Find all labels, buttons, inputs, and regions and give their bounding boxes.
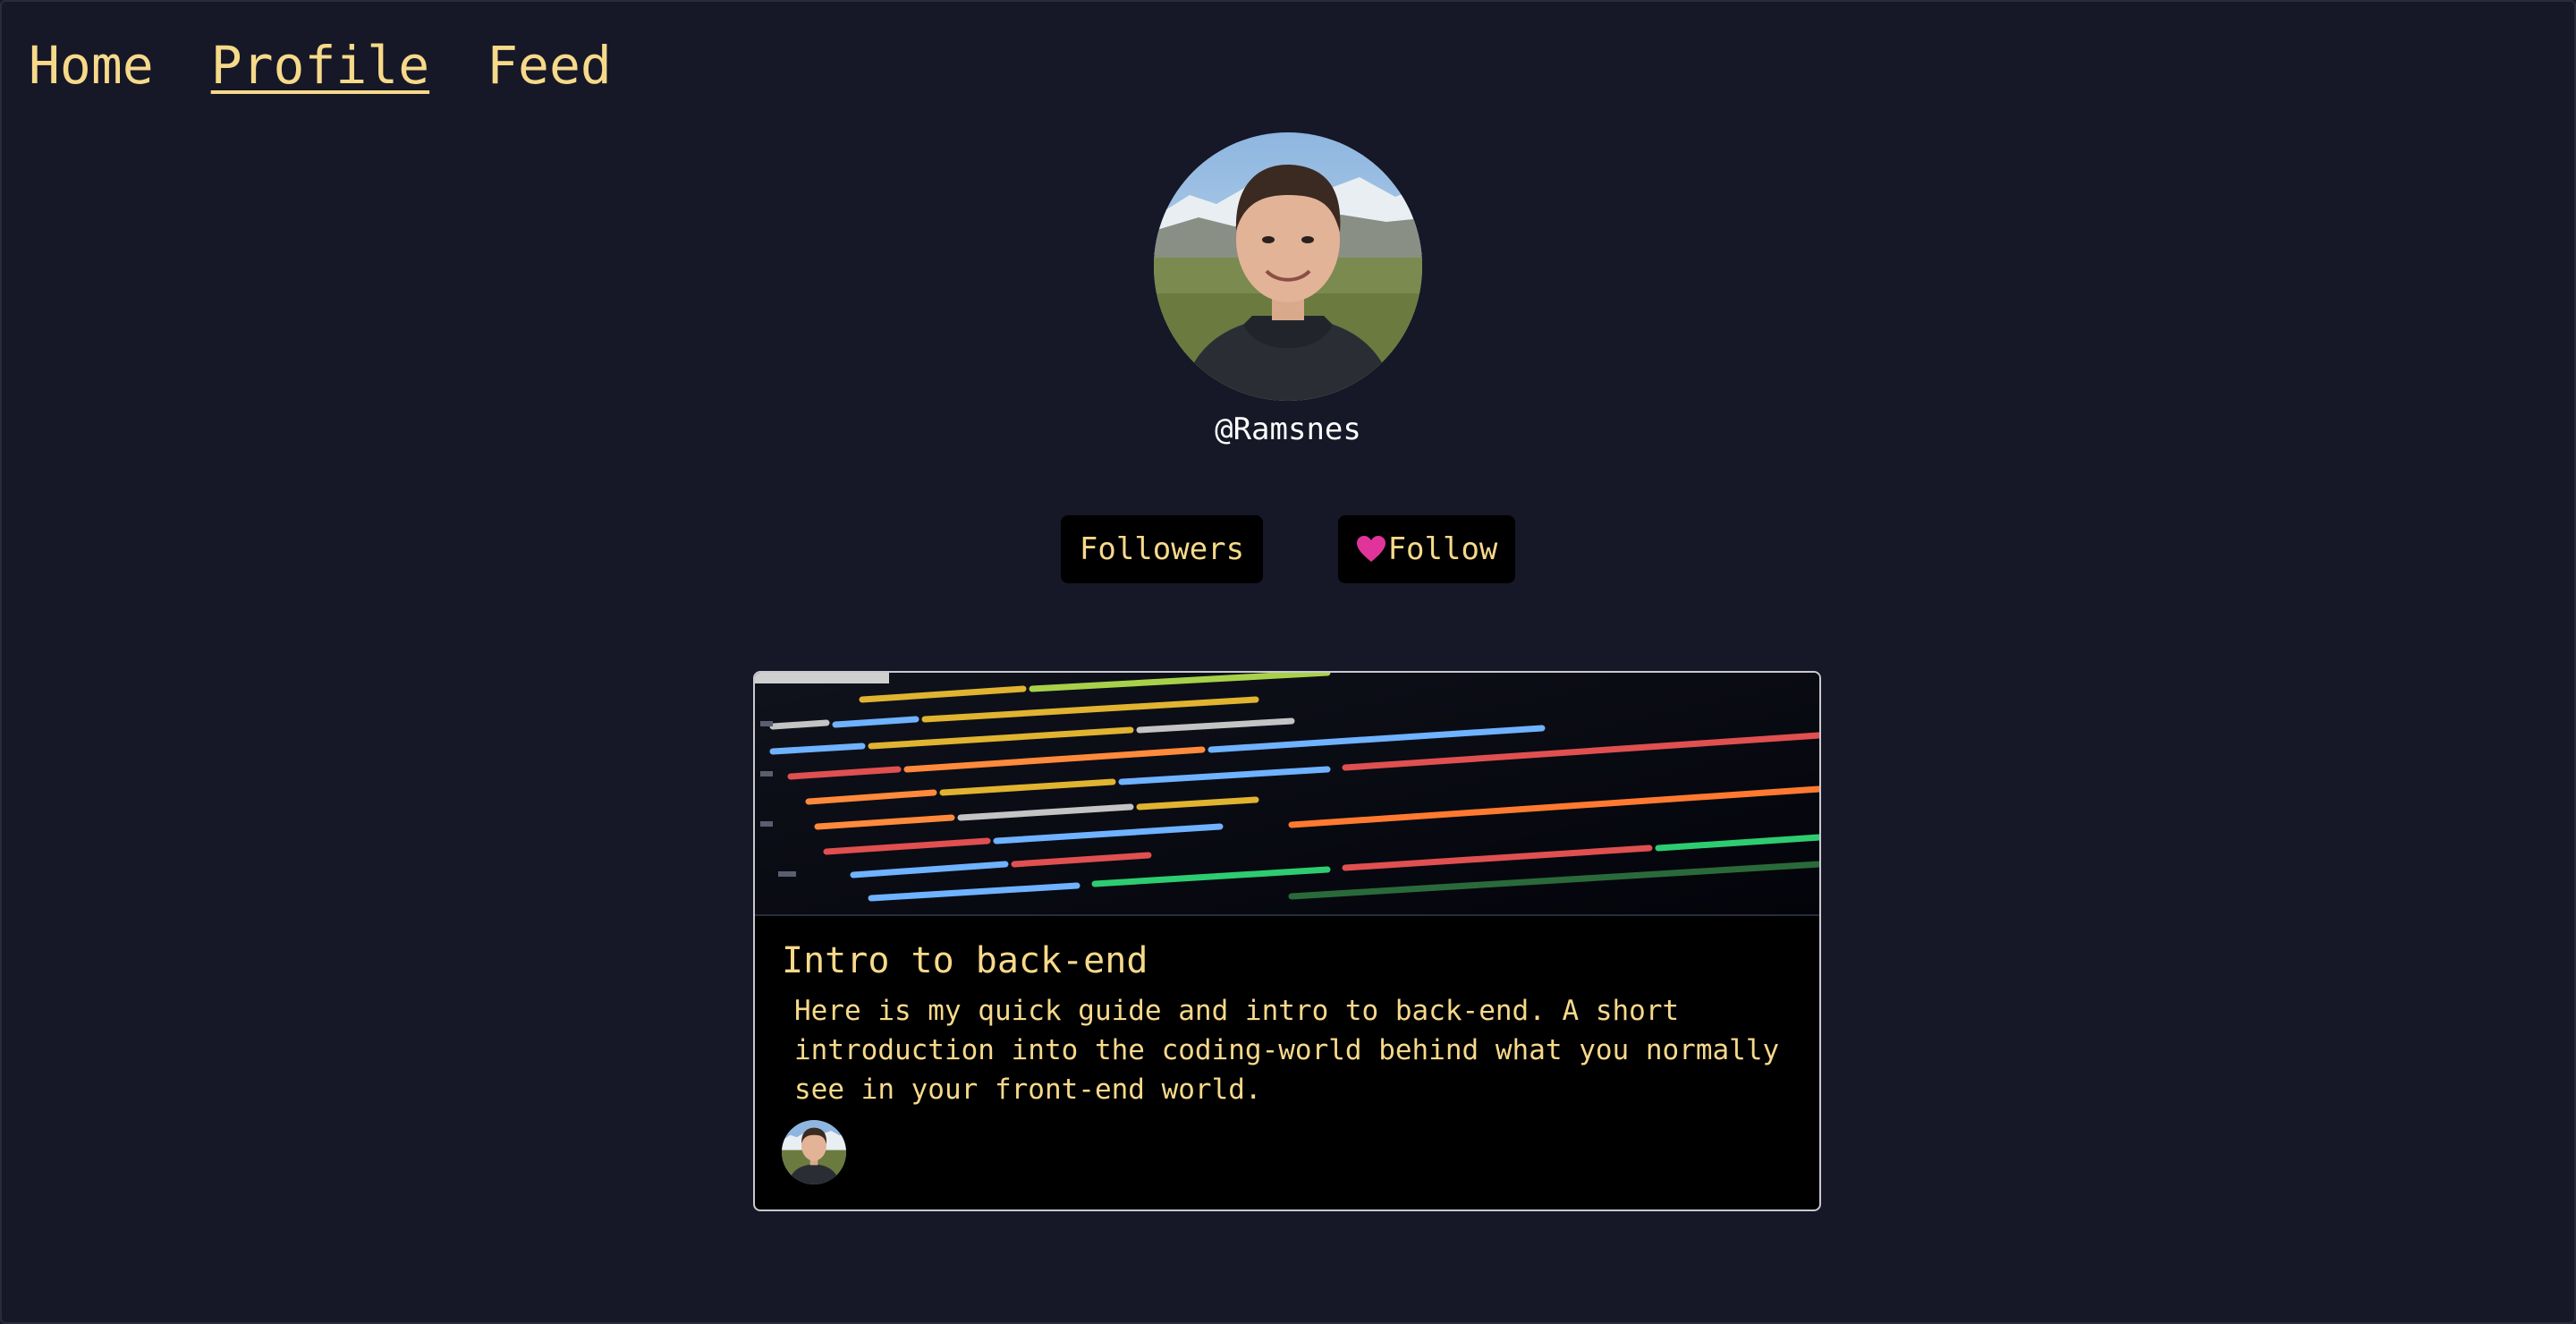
main-nav: Home Profile Feed <box>29 34 612 97</box>
profile-username: @Ramsnes <box>1215 412 1361 447</box>
post-card[interactable]: Intro to back-end Here is my quick guide… <box>753 671 1821 1211</box>
nav-profile[interactable]: Profile <box>211 34 429 97</box>
post-author-avatar[interactable] <box>782 1120 846 1184</box>
profile-avatar <box>1154 132 1422 401</box>
nav-home[interactable]: Home <box>29 34 154 97</box>
post-cover-image <box>755 673 1819 916</box>
post-body: Here is my quick guide and intro to back… <box>794 995 1780 1106</box>
followers-button[interactable]: Followers <box>1061 515 1263 583</box>
heart-icon <box>1356 535 1386 564</box>
follow-button-label: Follow <box>1387 531 1498 567</box>
nav-feed[interactable]: Feed <box>487 34 612 97</box>
follow-button[interactable]: Follow <box>1338 515 1515 583</box>
post-title[interactable]: Intro to back-end <box>782 936 1148 986</box>
followers-button-label: Followers <box>1079 531 1245 567</box>
